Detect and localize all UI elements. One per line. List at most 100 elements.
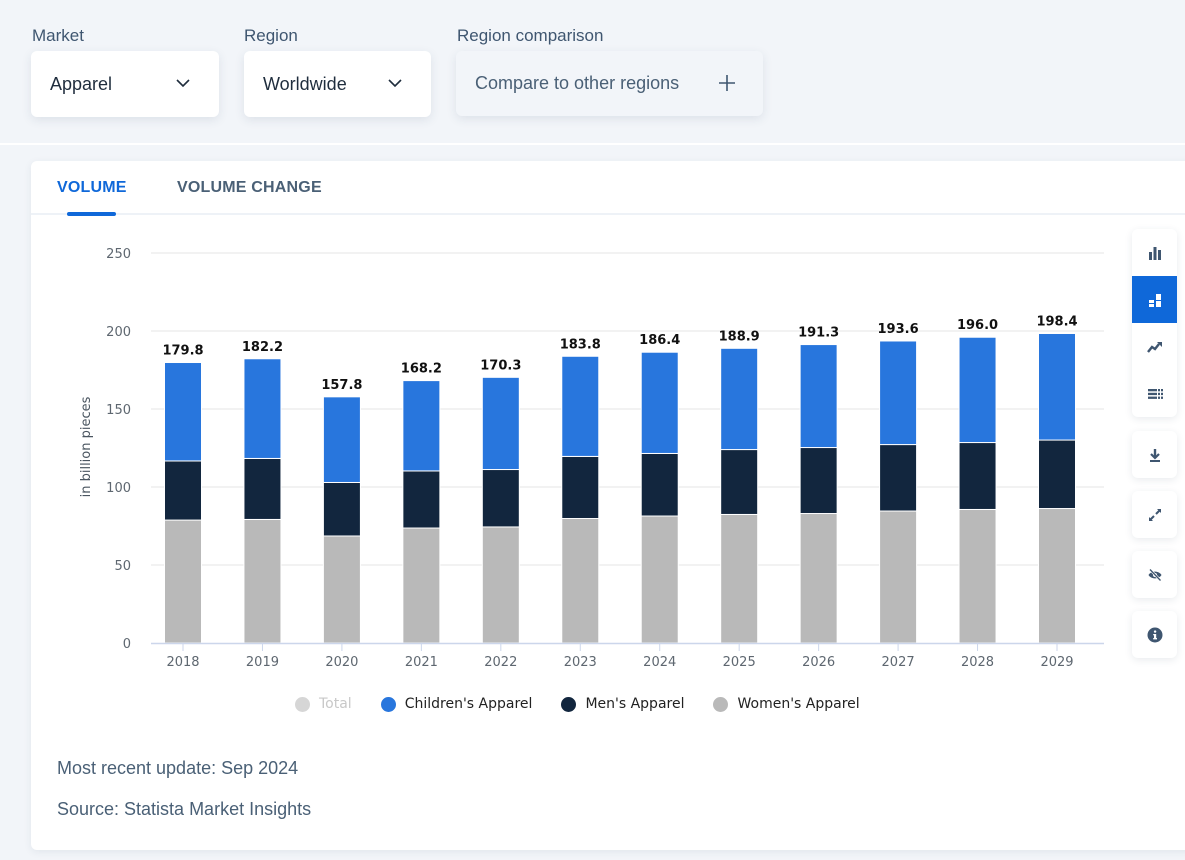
y-tick-label: 250 [106, 247, 131, 262]
bar-segment-women-s-apparel2027[interactable] [879, 510, 918, 644]
x-tick-label: 2023 [564, 655, 597, 670]
bar-segment-children-s-apparel2024[interactable] [640, 351, 679, 454]
legend-label: Men's Apparel [585, 696, 685, 712]
y-tick-label: 150 [106, 403, 131, 418]
total-data-label: 179.8 [162, 344, 203, 359]
bar-segment-children-s-apparel2027[interactable] [879, 340, 918, 446]
total-data-label: 186.4 [639, 333, 680, 348]
chart-legend: Total Children's Apparel Men's Apparel W… [295, 694, 889, 714]
bar-segment-women-s-apparel2021[interactable] [402, 527, 441, 644]
bar-segment-women-s-apparel2023[interactable] [561, 518, 600, 644]
hide-icon [1148, 568, 1161, 581]
y-tick-label: 0 [123, 637, 131, 652]
bars [164, 332, 1076, 644]
total-data-label: 198.4 [1036, 314, 1077, 329]
x-tick-label: 2019 [246, 655, 279, 670]
chart-card: VOLUME VOLUME CHANGE 0 50 100 150 200 250 in … [31, 161, 1185, 850]
x-tick-label: 2025 [723, 655, 756, 670]
bar-segment-children-s-apparel2021[interactable] [402, 380, 441, 472]
x-tick-label: 2021 [405, 655, 438, 670]
bar-segment-women-s-apparel2022[interactable] [481, 526, 520, 644]
bar-segment-children-s-apparel2022[interactable] [481, 376, 520, 471]
download-panel [1132, 431, 1177, 478]
bar-chart-button[interactable] [1132, 229, 1177, 276]
expand-icon [1148, 508, 1161, 521]
legend-item-childrens-apparel[interactable]: Children's Apparel [380, 696, 533, 712]
y-tick-label: 100 [106, 481, 131, 496]
bar-segment-women-s-apparel2028[interactable] [958, 508, 997, 644]
chart-type-toolbar [1132, 229, 1177, 417]
total-data-label: 191.3 [798, 326, 839, 341]
stacked-bar-chart-button[interactable] [1132, 276, 1177, 323]
compare-regions-button[interactable]: Compare to other regions [456, 51, 763, 116]
bar-segment-women-s-apparel2018[interactable] [164, 519, 202, 644]
stacked-bar-chart-icon [1148, 293, 1161, 307]
download-button[interactable] [1132, 431, 1177, 478]
fullscreen-button[interactable] [1132, 491, 1177, 538]
total-data-label: 196.0 [957, 318, 998, 333]
bar-segment-children-s-apparel2023[interactable] [561, 355, 600, 457]
bar-segment-women-s-apparel2024[interactable] [640, 515, 679, 644]
table-icon [1147, 388, 1163, 399]
x-tick-label: 2018 [166, 655, 199, 670]
legend-dot [713, 696, 729, 712]
bar-segment-men-s-apparel2028[interactable] [958, 442, 997, 510]
bar-segment-women-s-apparel2019[interactable] [243, 518, 282, 644]
x-tick-label: 2024 [643, 655, 676, 670]
total-data-label: 183.8 [560, 337, 601, 352]
bar-segment-women-s-apparel2026[interactable] [799, 513, 838, 644]
chevron-down-icon [176, 79, 190, 88]
bar-segment-men-s-apparel2020[interactable] [322, 481, 361, 537]
market-select[interactable]: Apparel [31, 51, 219, 117]
legend-label: Children's Apparel [404, 696, 533, 712]
bar-segment-men-s-apparel2026[interactable] [799, 447, 838, 515]
bar-segment-children-s-apparel2019[interactable] [243, 358, 282, 459]
hide-chart-button[interactable] [1132, 551, 1177, 598]
x-tick-label: 2028 [961, 655, 994, 670]
bar-segment-children-s-apparel2025[interactable] [720, 347, 759, 451]
y-axis-title: in billion pieces [79, 396, 94, 497]
bar-segment-men-s-apparel2018[interactable] [164, 460, 202, 521]
bar-segment-women-s-apparel2025[interactable] [720, 513, 759, 644]
legend-item-womens-apparel[interactable]: Women's Apparel [713, 696, 860, 712]
legend-item-total[interactable]: Total [295, 696, 352, 712]
bar-segment-children-s-apparel2020[interactable] [322, 396, 361, 483]
bar-segment-children-s-apparel2029[interactable] [1038, 332, 1076, 441]
region-label: Region [244, 26, 298, 45]
hide-panel [1132, 551, 1177, 598]
y-tick-label: 200 [106, 325, 131, 340]
legend-dot [295, 696, 310, 712]
bar-segment-children-s-apparel2028[interactable] [958, 336, 997, 444]
market-label: Market [32, 26, 84, 45]
bar-segment-men-s-apparel2022[interactable] [481, 469, 520, 528]
data-labels: 179.8 182.2 157.8 168.2 170.3 183.8 186.4 188.9… [162, 314, 1077, 392]
bar-segment-men-s-apparel2023[interactable] [561, 455, 600, 520]
bar-segment-women-s-apparel2029[interactable] [1038, 508, 1076, 644]
legend-label: Women's Apparel [737, 696, 860, 712]
legend-label: Total [319, 696, 352, 712]
total-data-label: 170.3 [480, 358, 521, 373]
bar-segment-men-s-apparel2029[interactable] [1038, 439, 1076, 510]
total-data-label: 188.9 [719, 329, 760, 344]
info-button[interactable] [1132, 611, 1177, 658]
legend-dot [561, 696, 577, 712]
bar-segment-women-s-apparel2020[interactable] [322, 535, 361, 644]
total-data-label: 182.2 [242, 340, 283, 355]
bar-segment-men-s-apparel2027[interactable] [879, 444, 918, 512]
bar-segment-children-s-apparel2026[interactable] [799, 344, 838, 449]
x-axis: 2018 2019 2020 2021 2022 2023 2024 2025 2026 2027… [151, 642, 1104, 670]
bar-chart-icon [1148, 246, 1161, 260]
stacked-bar-chart: 050100150200250 in billion pieces 2018 20… [79, 247, 1104, 670]
bar-segment-men-s-apparel2019[interactable] [243, 457, 282, 520]
line-chart-button[interactable] [1132, 323, 1177, 370]
bar-segment-men-s-apparel2021[interactable] [402, 470, 441, 529]
table-view-button[interactable] [1132, 370, 1177, 417]
bar-segment-men-s-apparel2024[interactable] [640, 452, 679, 517]
region-select[interactable]: Worldwide [244, 51, 431, 117]
bar-segment-children-s-apparel2018[interactable] [164, 362, 202, 462]
bar-segment-men-s-apparel2025[interactable] [720, 449, 759, 515]
x-tick-label: 2027 [882, 655, 915, 670]
legend-item-mens-apparel[interactable]: Men's Apparel [561, 696, 684, 712]
total-data-label: 157.8 [321, 378, 362, 393]
compare-regions-label: Compare to other regions [475, 73, 680, 93]
